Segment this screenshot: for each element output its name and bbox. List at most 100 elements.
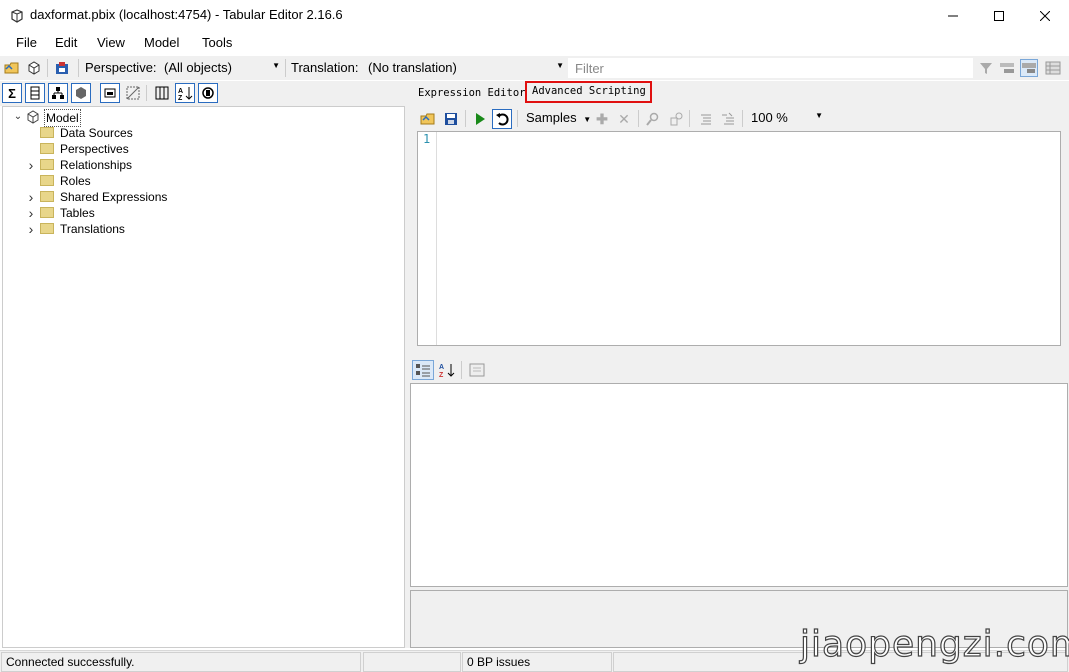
run-script-icon[interactable] [470,109,490,129]
tree-node[interactable]: Roles [3,173,253,189]
properties-toolbar: AZ [411,358,1069,382]
minimize-icon [948,15,958,17]
tree-node-label: Perspectives [60,142,129,156]
chevron-down-icon[interactable]: ⌄ [13,111,23,123]
line-number: 1 [423,132,431,146]
tree-node[interactable]: › Shared Expressions [3,189,253,205]
tree-node[interactable]: › Translations [3,221,253,237]
folder-icon [40,143,54,154]
save-script-icon[interactable] [441,109,461,129]
bp-issues[interactable]: 0 BP issues [462,652,612,672]
close-button[interactable] [1022,0,1068,32]
find-icon[interactable] [643,109,663,129]
menu-edit[interactable]: Edit [55,35,77,50]
folder-icon [40,127,54,138]
show-partitions-icon[interactable] [71,83,91,103]
tree-node-label: Translations [60,222,125,236]
toolbar-separator [47,59,48,77]
menu-tools[interactable]: Tools [202,35,232,50]
toolbar-separator [285,59,286,77]
samples-label: Samples [526,110,577,125]
undo-script-icon[interactable] [492,109,512,129]
tree-node-label: Shared Expressions [60,190,168,204]
delete-icon[interactable]: ✕ [614,109,634,129]
toolbar-separator [638,110,639,127]
chevron-down-icon: ▼ [556,61,564,70]
tree-node[interactable]: Perspectives [3,141,253,157]
chevron-right-icon[interactable]: › [26,222,36,236]
show-hierarchies-icon[interactable] [48,83,68,103]
open-icon[interactable] [3,59,21,77]
toolbar-separator [742,110,743,127]
folder-icon [40,175,54,186]
translation-select[interactable]: (No translation) ▼ [364,58,566,78]
show-measures-icon[interactable]: Σ [2,83,22,103]
tab-expression-editor[interactable]: Expression Editor [418,87,525,104]
svg-text:Z: Z [439,372,444,378]
perspective-select[interactable]: (All objects) ▼ [160,58,282,78]
tree-node[interactable]: › Tables [3,205,253,221]
tree-node-label: Relationships [60,158,133,172]
tree-node[interactable]: › Relationships [3,157,253,173]
show-columns-icon[interactable] [25,83,45,103]
perspective-label: Perspective: [85,60,157,75]
svg-text:A: A [178,88,183,95]
highlight-box [525,81,652,103]
tree-toolbar: Σ AZ [0,81,405,106]
comment-icon[interactable] [695,109,715,129]
tree-node-label: Roles [60,174,91,188]
show-hidden-icon[interactable] [100,83,120,103]
model-cube-icon[interactable] [25,59,43,77]
sort-alpha-icon[interactable]: AZ [175,83,195,103]
filter-input[interactable]: Filter [568,58,973,78]
show-all-objects-icon[interactable] [123,83,143,103]
window-title: daxformat.pbix (localhost:4754) - Tabula… [30,7,343,22]
zoom-select[interactable]: 100 % ▼ [747,108,825,128]
toolbar-separator [517,110,518,127]
open-script-icon[interactable] [418,109,438,129]
filter-funnel-icon[interactable] [977,59,995,77]
svg-text:A: A [439,364,444,371]
folder-icon [40,207,54,218]
maximize-button[interactable] [976,0,1022,32]
folder-icon [40,191,54,202]
menu-model[interactable]: Model [144,35,179,50]
property-grid[interactable] [410,383,1068,587]
translation-value: (No translation) [368,60,457,75]
folder-icon [40,223,54,234]
sort-alpha-icon[interactable]: AZ [436,360,458,380]
maximize-icon [994,11,1004,21]
toolbar-separator [78,59,79,77]
property-pages-icon[interactable] [466,360,488,380]
menu-file[interactable]: File [16,35,37,50]
model-tree: ⌄ Model Data Sources Perspectives › Relatio… [2,106,405,648]
folder-icon [40,159,54,170]
show-metadata-icon[interactable] [198,83,218,103]
menu-view[interactable]: View [97,35,125,50]
flat-view-icon[interactable] [1020,59,1038,77]
categorized-icon[interactable] [412,360,434,380]
perspective-value: (All objects) [164,60,232,75]
tree-node-model[interactable]: ⌄ Model [3,109,203,127]
add-icon[interactable]: ✚ [592,109,612,129]
script-editor[interactable]: 1 [417,131,1061,346]
close-icon [1040,11,1050,21]
show-display-folders-icon[interactable] [152,83,172,103]
samples-dropdown[interactable]: Samples ▼ [526,110,591,125]
chevron-right-icon[interactable]: › [26,158,36,172]
filter-placeholder: Filter [575,61,604,76]
replace-icon[interactable] [666,109,686,129]
main-toolbar: Perspective: (All objects) ▼ Translation… [0,56,1069,80]
deploy-icon[interactable] [53,59,71,77]
chevron-right-icon[interactable]: › [26,190,36,204]
watermark: jiaopengzi.com [799,623,1069,665]
chevron-right-icon[interactable]: › [26,206,36,220]
minimize-button[interactable] [930,0,976,32]
uncomment-icon[interactable] [718,109,738,129]
tree-node-label: Data Sources [60,126,133,140]
tree-node-label: Tables [60,206,95,220]
list-view-icon[interactable] [1044,59,1062,77]
tree-view-icon[interactable] [998,59,1016,77]
tree-node[interactable]: Data Sources [3,125,253,141]
chevron-down-icon: ▼ [583,115,592,124]
